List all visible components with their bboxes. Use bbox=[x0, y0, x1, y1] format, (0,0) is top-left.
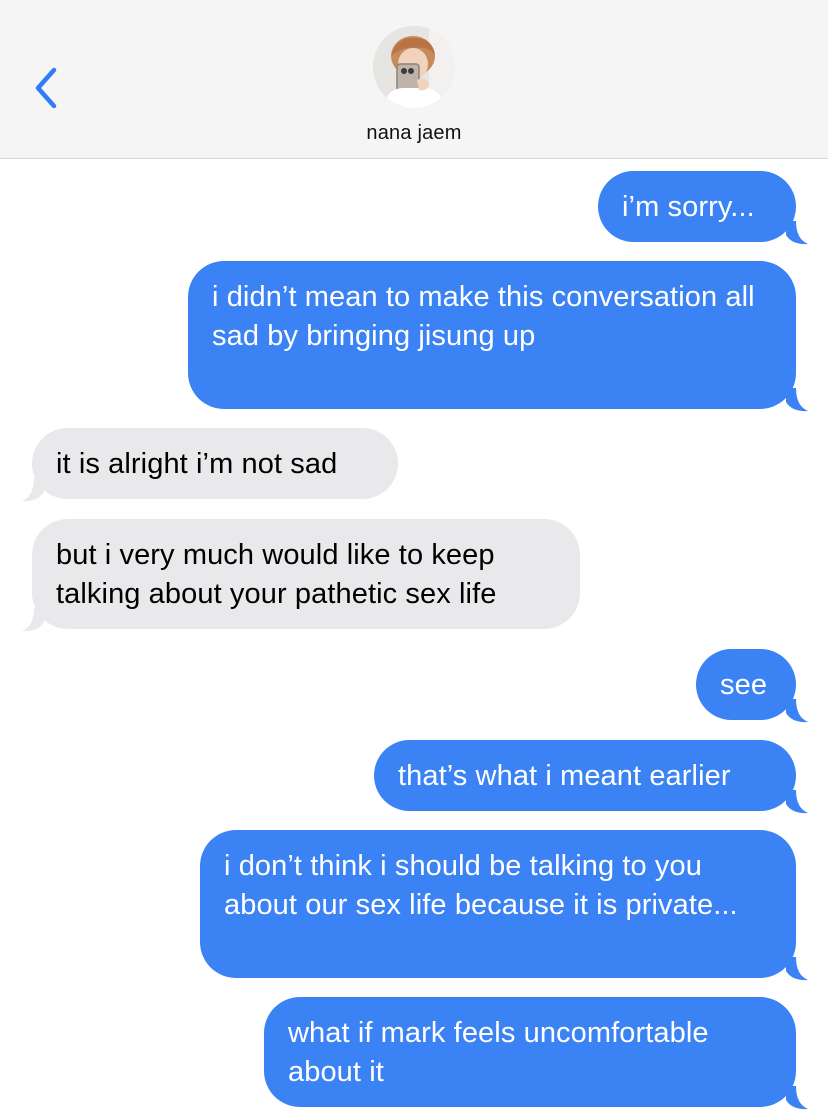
message-bubble-sent[interactable]: that’s what i meant earlier bbox=[374, 740, 796, 811]
bubble-tail bbox=[786, 699, 808, 723]
message-text: i don’t think i should be talking to you… bbox=[224, 850, 738, 921]
message-text: see bbox=[720, 669, 768, 701]
message-bubble-sent[interactable]: what if mark feels uncomfortable about i… bbox=[264, 997, 796, 1107]
message-text: what if mark feels uncomfortable about i… bbox=[288, 1017, 709, 1088]
message-bubble-sent[interactable]: i don’t think i should be talking to you… bbox=[200, 830, 796, 978]
contact-name[interactable]: nana jaem bbox=[0, 122, 828, 145]
bubble-tail bbox=[786, 790, 808, 814]
message-bubble-sent[interactable]: see bbox=[696, 649, 796, 720]
message-bubble-received[interactable]: but i very much would like to keep talki… bbox=[32, 519, 580, 629]
contact-avatar[interactable] bbox=[373, 26, 455, 108]
message-thread: i’m sorry... i didn’t mean to make this … bbox=[0, 159, 828, 1118]
chevron-left-icon bbox=[35, 67, 57, 109]
message-bubble-sent[interactable]: i didn’t mean to make this conversation … bbox=[188, 261, 796, 409]
conversation-header: nana jaem bbox=[0, 0, 828, 159]
avatar-photo bbox=[373, 26, 455, 108]
message-bubble-sent[interactable]: i’m sorry... bbox=[598, 171, 796, 242]
bubble-tail bbox=[22, 608, 44, 632]
message-text: but i very much would like to keep talki… bbox=[56, 539, 497, 610]
bubble-tail bbox=[786, 1086, 808, 1110]
message-text: i’m sorry... bbox=[622, 191, 755, 223]
bubble-tail bbox=[786, 388, 808, 412]
bubble-tail bbox=[22, 478, 44, 502]
message-text: that’s what i meant earlier bbox=[398, 760, 731, 792]
bubble-tail bbox=[786, 221, 808, 245]
bubble-tail bbox=[786, 957, 808, 981]
back-button[interactable] bbox=[28, 62, 64, 114]
message-text: i didn’t mean to make this conversation … bbox=[212, 281, 755, 352]
message-bubble-received[interactable]: it is alright i’m not sad bbox=[32, 428, 398, 499]
message-text: it is alright i’m not sad bbox=[56, 448, 338, 480]
